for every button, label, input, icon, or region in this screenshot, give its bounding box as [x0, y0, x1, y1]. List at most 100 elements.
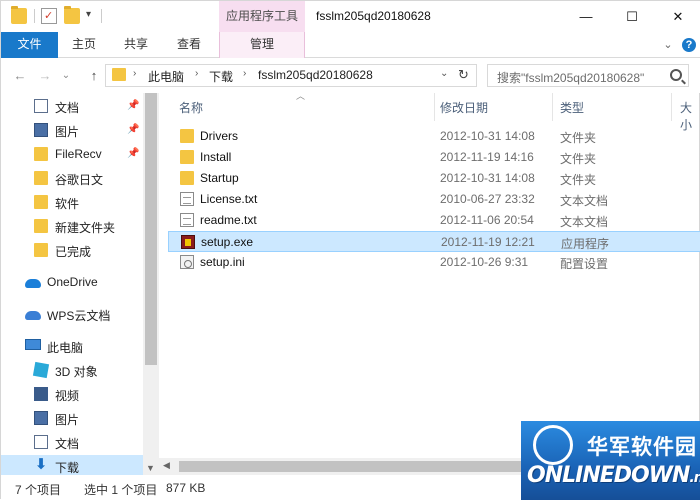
file-row-selected[interactable]: setup.exe 2012-11-19 12:21 应用程序: [168, 231, 700, 252]
breadcrumb-this-pc[interactable]: 此电脑: [148, 68, 184, 85]
search-placeholder: 搜索"fsslm205qd20180628": [497, 71, 645, 85]
file-type: 文本文档: [560, 194, 609, 208]
file-date: 2012-10-31 14:08: [440, 171, 535, 185]
forward-button[interactable]: →: [36, 67, 54, 85]
search-box[interactable]: 搜索"fsslm205qd20180628": [487, 64, 689, 87]
nav-item-label: 视频: [55, 389, 80, 403]
scroll-left-arrow-icon[interactable]: ◀: [163, 460, 170, 471]
tab-home[interactable]: 主页: [64, 32, 104, 58]
file-name: Startup: [200, 171, 239, 185]
up-button[interactable]: ↑: [85, 67, 103, 85]
column-divider[interactable]: [434, 93, 435, 121]
nav-item-pictures-pc[interactable]: 图片: [1, 407, 143, 429]
file-row[interactable]: License.txt 2010-06-27 23:32 文本文档: [168, 189, 700, 210]
file-name: Install: [200, 150, 232, 164]
nav-item-this-pc[interactable]: 此电脑: [1, 335, 143, 357]
folder-icon: [180, 129, 194, 143]
sort-ascending-icon: ︿: [296, 91, 306, 101]
file-row[interactable]: setup.ini 2012-10-26 9:31 配置设置: [168, 252, 700, 273]
new-folder-icon[interactable]: [64, 6, 80, 24]
nav-item-google-japanese[interactable]: 谷歌日文: [1, 167, 143, 189]
pin-icon[interactable]: 📌: [127, 148, 139, 159]
scrollbar-thumb[interactable]: [145, 93, 157, 365]
folder-icon: [34, 171, 48, 185]
context-tab-app-tools: 应用程序工具: [219, 1, 305, 32]
collapse-ribbon-icon[interactable]: ⌄: [661, 38, 675, 52]
file-date: 2012-11-06 20:54: [440, 213, 534, 227]
column-divider[interactable]: [671, 93, 672, 121]
nav-item-3d-objects[interactable]: 3D 对象: [1, 359, 143, 381]
pin-icon[interactable]: 📌: [127, 100, 139, 111]
watermark-cn-text: 华军软件园: [587, 435, 697, 459]
selected-count: 选中 1 个项目: [84, 483, 158, 497]
customize-toolbar-icon[interactable]: ▾: [86, 9, 91, 20]
file-row[interactable]: Install 2012-11-19 14:16 文件夹: [168, 147, 700, 168]
text-file-icon: [180, 192, 194, 206]
nav-item-label: 软件: [55, 197, 80, 211]
back-button[interactable]: ←: [11, 67, 29, 85]
explorer-window: ✓ ▾ 应用程序工具 fsslm205qd20180628 — ☐ ✕ 文件 主…: [0, 0, 700, 500]
nav-item-label: FileRecv: [55, 147, 102, 161]
tab-manage[interactable]: 管理: [219, 32, 305, 58]
separator: [101, 9, 102, 23]
breadcrumb-current-folder[interactable]: fsslm205qd20180628: [258, 68, 373, 82]
nav-item-onedrive[interactable]: OneDrive: [1, 271, 143, 293]
nav-item-pictures[interactable]: 图片 📌: [1, 119, 143, 141]
tab-file[interactable]: 文件: [1, 32, 58, 58]
nav-item-documents[interactable]: 文档 📌: [1, 95, 143, 117]
column-header-type[interactable]: 类型: [560, 99, 584, 116]
navigation-bar: ← → ⌄ ↑ › 此电脑 › 下载 › fsslm205qd20180628 …: [1, 58, 700, 93]
pictures-icon: [34, 123, 48, 137]
file-row[interactable]: Startup 2012-10-31 14:08 文件夹: [168, 168, 700, 189]
pictures-icon: [34, 411, 48, 425]
chevron-right-icon[interactable]: ›: [243, 68, 246, 79]
recent-locations-button[interactable]: ⌄: [57, 67, 75, 85]
file-row[interactable]: readme.txt 2012-11-06 20:54 文本文档: [168, 210, 700, 231]
file-date: 2012-10-26 9:31: [440, 255, 529, 269]
title-bar: ✓ ▾ 应用程序工具 fsslm205qd20180628 — ☐ ✕: [1, 1, 700, 32]
help-icon[interactable]: ?: [682, 38, 696, 52]
breadcrumb-downloads[interactable]: 下载: [209, 68, 233, 85]
folder-icon: [34, 147, 48, 161]
file-type: 配置设置: [560, 257, 609, 271]
nav-scrollbar[interactable]: ▼: [143, 93, 159, 475]
file-row[interactable]: Drivers 2012-10-31 14:08 文件夹: [168, 126, 700, 147]
chevron-right-icon[interactable]: ›: [133, 68, 136, 79]
tab-share[interactable]: 共享: [116, 32, 156, 58]
scrollbar-thumb[interactable]: [179, 461, 521, 472]
address-dropdown-button[interactable]: ⌄: [440, 68, 448, 79]
tab-view[interactable]: 查看: [169, 32, 209, 58]
folder-icon[interactable]: [11, 6, 27, 24]
nav-item-completed[interactable]: 已完成: [1, 239, 143, 261]
column-divider[interactable]: [552, 93, 553, 121]
ribbon-tabs: 文件 主页 共享 查看 管理 ⌄ ?: [1, 32, 700, 58]
separator: [34, 9, 35, 23]
file-list-horizontal-scrollbar[interactable]: ◀: [159, 458, 521, 475]
column-header-date[interactable]: 修改日期: [440, 99, 488, 116]
item-count: 7 个项目: [15, 483, 62, 497]
nav-item-videos[interactable]: 视频: [1, 383, 143, 405]
watermark-brand: ONLINEDOWN: [527, 463, 690, 488]
folder-icon: [180, 171, 194, 185]
watermark-domain: .net: [689, 470, 700, 486]
nav-item-filerecv[interactable]: FileRecv 📌: [1, 143, 143, 165]
nav-item-label: 3D 对象: [55, 365, 98, 379]
close-button[interactable]: ✕: [655, 1, 700, 32]
minimize-button[interactable]: —: [563, 1, 609, 32]
nav-item-wps-cloud[interactable]: WPS云文档: [1, 303, 143, 325]
properties-icon[interactable]: ✓: [41, 8, 57, 24]
file-type: 文件夹: [560, 173, 597, 187]
nav-item-new-folder[interactable]: 新建文件夹: [1, 215, 143, 237]
scroll-down-arrow-icon[interactable]: ▼: [146, 463, 155, 473]
nav-item-documents-pc[interactable]: 文档: [1, 431, 143, 453]
refresh-button[interactable]: ↻: [458, 67, 469, 83]
nav-item-software[interactable]: 软件: [1, 191, 143, 213]
nav-item-downloads[interactable]: ⬇ 下载: [1, 455, 143, 477]
pin-icon[interactable]: 📌: [127, 124, 139, 135]
document-icon: [34, 99, 48, 113]
file-name: License.txt: [200, 192, 258, 206]
address-bar[interactable]: › 此电脑 › 下载 › fsslm205qd20180628 ⌄ ↻: [105, 64, 477, 87]
maximize-button[interactable]: ☐: [609, 1, 655, 32]
column-header-name[interactable]: 名称: [179, 99, 203, 116]
chevron-right-icon[interactable]: ›: [195, 68, 198, 79]
